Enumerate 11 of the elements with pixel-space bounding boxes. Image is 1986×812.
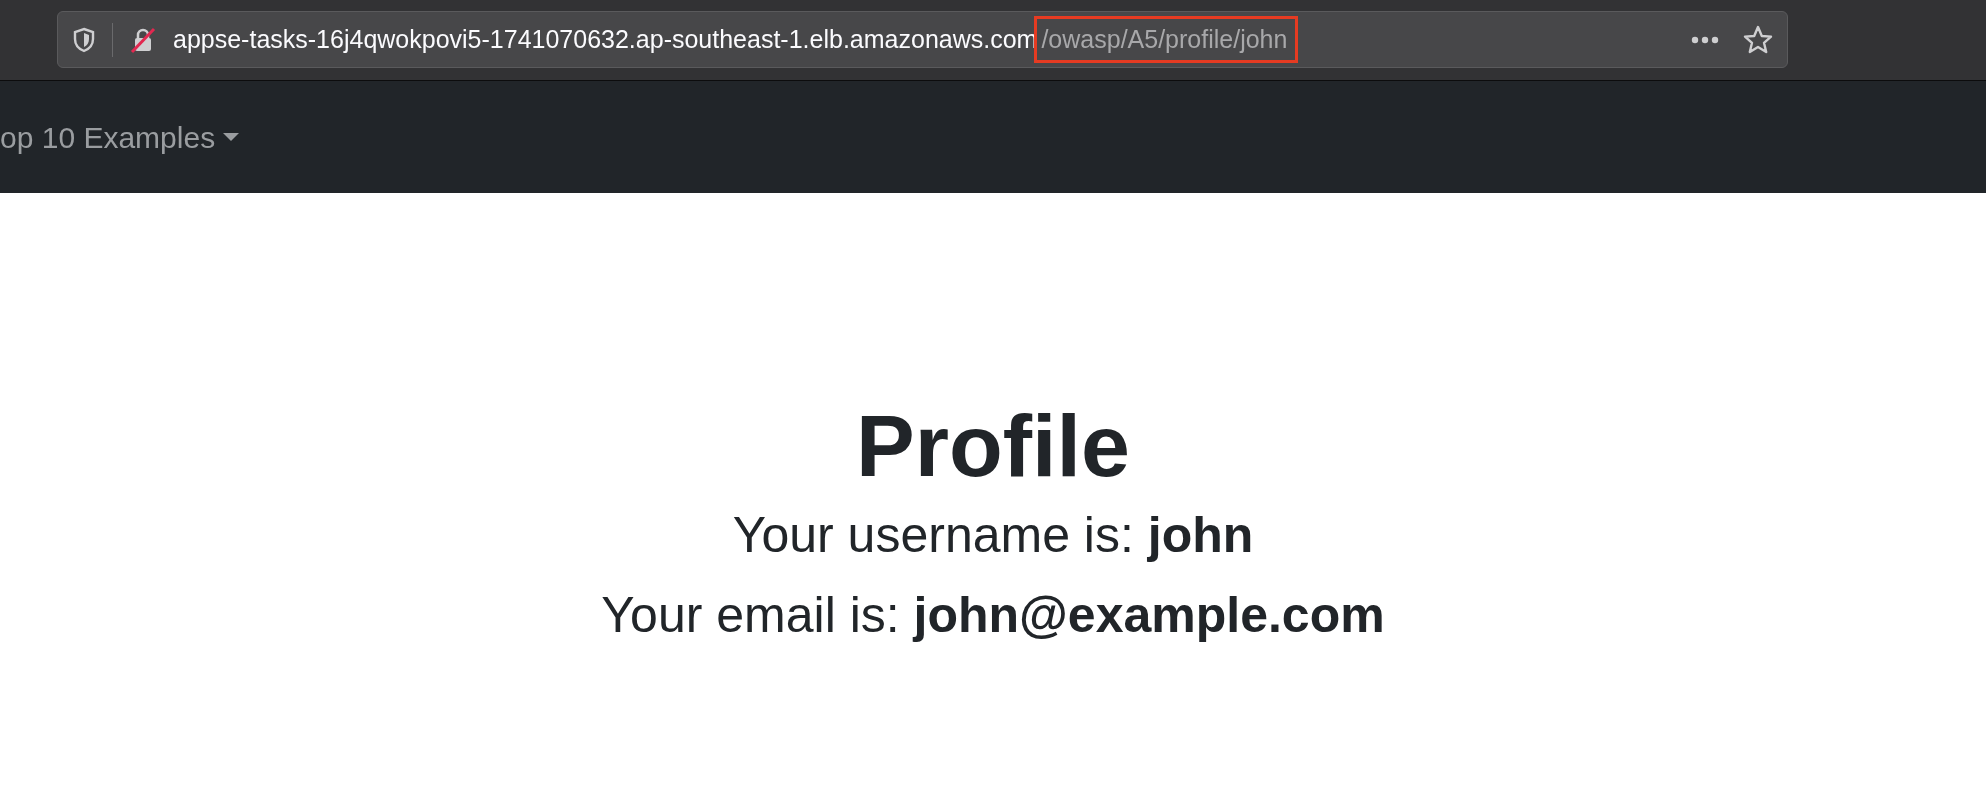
url-host[interactable]: appse-tasks-16j4qwokpovi5-1741070632.ap-southeast-1.elb.amazonaws.com	[173, 20, 1038, 59]
shield-icon[interactable]	[72, 26, 96, 53]
insecure-lock-icon[interactable]	[129, 25, 157, 54]
nav-dropdown[interactable]: op 10 Examples	[0, 114, 240, 160]
url-path[interactable]: /owasp/A5/profile/john	[1037, 18, 1296, 61]
caret-icon	[223, 132, 240, 142]
more-icon[interactable]	[1691, 35, 1719, 44]
page-title: Profile	[855, 398, 1131, 495]
profile-detail: Your username is: john	[732, 506, 1254, 563]
star-icon[interactable]	[1743, 24, 1773, 55]
profile-detail: Your email is: john@example.com	[601, 586, 1385, 643]
